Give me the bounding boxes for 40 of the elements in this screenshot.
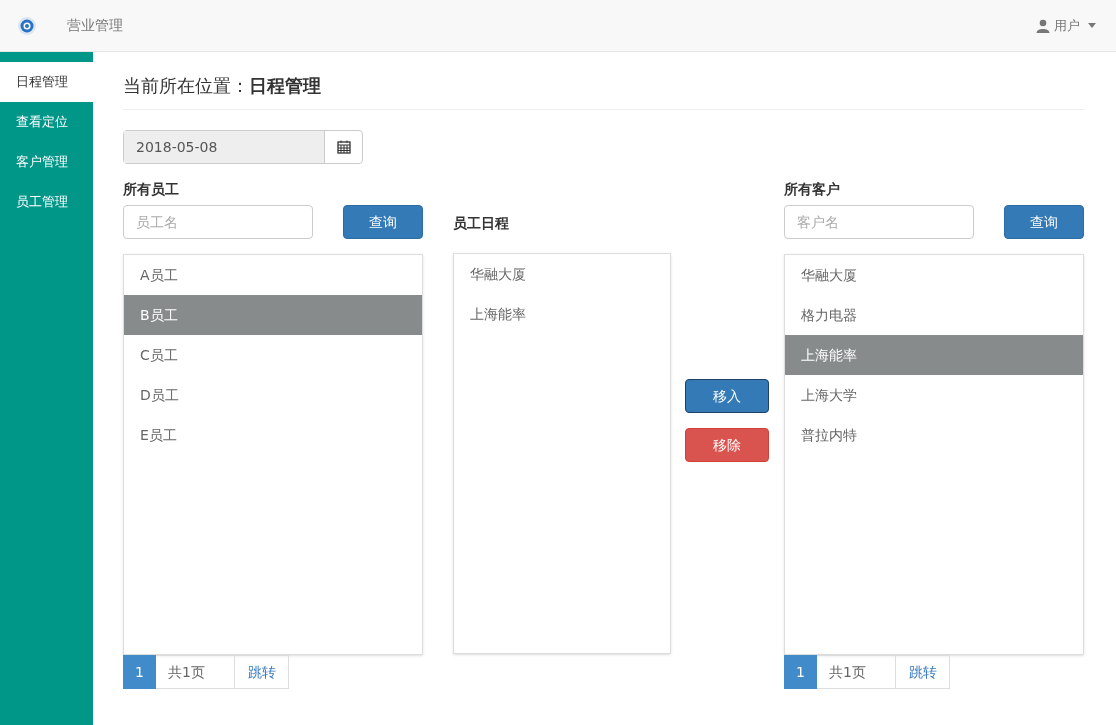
list-item[interactable]: 上海能率 — [785, 335, 1083, 375]
list-item[interactable]: D员工 — [124, 375, 422, 415]
remove-button[interactable]: 移除 — [685, 428, 769, 462]
jump-link[interactable]: 跳转 — [235, 655, 289, 689]
search-button[interactable]: 查询 — [1004, 205, 1084, 239]
sidebar-item[interactable]: 日程管理 — [0, 62, 93, 102]
page-title: 当前所在位置：日程管理 — [123, 74, 321, 98]
date-picker[interactable]: 2018-05-08 — [123, 130, 363, 164]
list-item[interactable]: 格力电器 — [785, 295, 1083, 335]
list-item[interactable]: 上海大学 — [785, 375, 1083, 415]
caret-icon — [1088, 23, 1096, 28]
target-logo-icon — [17, 15, 37, 36]
sidebar-item[interactable]: 客户管理 — [0, 142, 93, 182]
list-item[interactable]: C员工 — [124, 335, 422, 375]
page-count: 共1页 — [817, 655, 896, 689]
move-in-button[interactable]: 移入 — [685, 379, 769, 413]
list-item[interactable]: 普拉内特 — [785, 415, 1083, 455]
list-item[interactable]: 上海能率 — [454, 294, 670, 334]
date-field[interactable]: 2018-05-08 — [124, 131, 325, 163]
jump-link[interactable]: 跳转 — [896, 655, 950, 689]
page-number[interactable]: 1 — [123, 655, 156, 689]
page-count: 共1页 — [156, 655, 235, 689]
section-title: 所有客户 — [784, 180, 841, 199]
list-item[interactable]: E员工 — [124, 415, 422, 455]
search-button[interactable]: 查询 — [343, 205, 423, 239]
list-item[interactable]: 华融大厦 — [454, 254, 670, 294]
app-title[interactable]: 营业管理 — [67, 15, 123, 36]
list-item[interactable]: B员工 — [124, 295, 422, 335]
page-number[interactable]: 1 — [784, 655, 817, 689]
list-item[interactable]: 华融大厦 — [785, 255, 1083, 295]
section-title: 所有员工 — [123, 180, 180, 199]
list-item[interactable]: A员工 — [124, 255, 422, 295]
sidebar-item[interactable]: 查看定位 — [0, 102, 93, 142]
search-field[interactable]: 客户名 — [784, 205, 974, 239]
section-title: 员工日程 — [453, 214, 510, 233]
search-field[interactable]: 员工名 — [123, 205, 313, 239]
user-icon — [1036, 18, 1050, 33]
calendar-icon — [336, 140, 351, 154]
user-menu[interactable]: 用户 — [1036, 15, 1096, 36]
sidebar-item[interactable]: 员工管理 — [0, 182, 93, 222]
